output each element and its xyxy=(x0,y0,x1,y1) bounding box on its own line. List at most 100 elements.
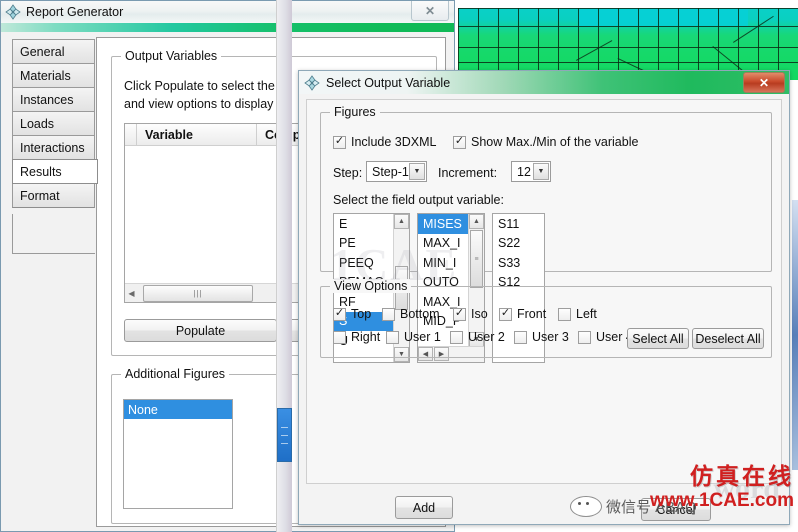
sidebar-item-general[interactable]: General xyxy=(12,39,95,64)
scroll-up-icon[interactable]: ▲ xyxy=(469,214,484,229)
list-item[interactable]: S11 xyxy=(493,214,544,234)
increment-value: 12 xyxy=(517,164,531,179)
sidebar-item-label: Materials xyxy=(20,68,71,83)
report-generator-close-button[interactable]: ✕ xyxy=(411,1,449,21)
list-item[interactable]: S22 xyxy=(493,234,544,254)
sidebar-item-label: General xyxy=(20,44,65,59)
component-listbox-items: S11 S22 S33 S12 xyxy=(493,214,544,292)
step-dropdown[interactable]: Step-1 ▼ xyxy=(366,161,427,182)
report-generator-title: Report Generator xyxy=(26,5,124,19)
increment-label: Increment: xyxy=(438,166,498,180)
view-top-checkbox[interactable] xyxy=(333,307,346,321)
view-right-checkbox-row[interactable]: Right xyxy=(333,330,380,344)
list-item[interactable]: E xyxy=(334,214,396,234)
view-options-group-title: View Options xyxy=(330,279,412,293)
show-maxmin-checkbox-row[interactable]: Show Max./Min of the variable xyxy=(453,135,638,149)
view-user2-checkbox-row[interactable]: User 2 xyxy=(450,330,505,344)
scroll-left-icon[interactable]: ◀ xyxy=(125,285,138,301)
view-top-checkbox-row[interactable]: Top xyxy=(333,307,371,321)
show-maxmin-label: Show Max./Min of the variable xyxy=(471,135,639,149)
view-iso-label: Iso xyxy=(471,307,488,321)
step-label: Step: xyxy=(333,166,363,180)
step-value: Step-1 xyxy=(372,164,409,179)
select-output-variable-dialog: Select Output Variable ✕ Figures Include… xyxy=(298,70,790,525)
sidebar-item-label: Results xyxy=(20,164,62,179)
sidebar-item-results[interactable]: Results xyxy=(12,159,98,184)
additional-figures-group: Additional Figures None xyxy=(111,367,301,524)
additional-figures-list[interactable]: None xyxy=(123,399,233,509)
select-field-output-label: Select the field output variable: xyxy=(333,193,504,207)
deselect-all-button[interactable]: Deselect All xyxy=(692,328,764,349)
increment-dropdown[interactable]: 12 ▼ xyxy=(511,161,551,182)
sidebar-item-format[interactable]: Format xyxy=(12,183,95,208)
list-item[interactable]: S33 xyxy=(493,253,544,273)
view-bottom-label: Bottom xyxy=(400,307,440,321)
dialog-close-button[interactable]: ✕ xyxy=(743,72,785,93)
sidebar-item-label: Format xyxy=(20,188,60,203)
include-3dxml-checkbox[interactable] xyxy=(333,135,346,149)
sidebar-item-instances[interactable]: Instances xyxy=(12,87,95,112)
view-user1-checkbox[interactable] xyxy=(386,330,399,344)
include-3dxml-checkbox-row[interactable]: Include 3DXML xyxy=(333,135,436,149)
view-options-group: View Options Top Bottom Iso Front Left xyxy=(320,279,772,358)
list-item[interactable]: MAX_I xyxy=(418,234,471,254)
view-left-checkbox-row[interactable]: Left xyxy=(558,307,597,321)
view-front-label: Front xyxy=(517,307,547,321)
view-user4-checkbox-row[interactable]: User 4 xyxy=(578,330,633,344)
view-user3-label: User 3 xyxy=(532,330,569,344)
view-right-label: Right xyxy=(351,330,381,344)
scrollbar-thumb[interactable]: ≡ xyxy=(470,230,483,288)
view-bottom-checkbox[interactable] xyxy=(382,307,395,321)
cancel-button[interactable]: Cancel xyxy=(641,498,711,521)
view-user2-checkbox[interactable] xyxy=(450,330,463,344)
view-right-checkbox[interactable] xyxy=(333,330,346,344)
view-user4-checkbox[interactable] xyxy=(578,330,591,344)
sidebar-tab-list: General Materials Instances Loads Intera… xyxy=(12,39,98,208)
sidebar-filler xyxy=(12,214,95,254)
add-button[interactable]: Add xyxy=(395,496,453,519)
sidebar-item-label: Interactions xyxy=(20,140,85,155)
dialog-titlebar[interactable]: Select Output Variable ✕ xyxy=(299,71,789,94)
show-maxmin-checkbox[interactable] xyxy=(453,135,466,149)
dialog-title: Select Output Variable xyxy=(326,75,451,90)
abaqus-diamond-icon xyxy=(304,74,320,91)
view-front-checkbox-row[interactable]: Front xyxy=(499,307,546,321)
view-user3-checkbox[interactable] xyxy=(514,330,527,344)
list-item[interactable]: PE xyxy=(334,234,396,254)
hscrollbar-thumb[interactable]: ||| xyxy=(143,285,253,302)
list-item[interactable]: None xyxy=(124,400,232,419)
report-generator-titlebar[interactable]: Report Generator ✕ xyxy=(1,1,454,23)
view-iso-checkbox[interactable] xyxy=(453,307,466,321)
list-item[interactable]: PEEQ xyxy=(334,253,396,273)
additional-figures-group-title: Additional Figures xyxy=(121,367,230,381)
populate-button[interactable]: Populate xyxy=(124,319,277,342)
abaqus-diamond-icon xyxy=(5,4,21,20)
sidebar-item-materials[interactable]: Materials xyxy=(12,63,95,88)
output-variables-group-title: Output Variables xyxy=(121,49,222,63)
figures-group: Figures Include 3DXML Show Max./Min of t… xyxy=(320,105,772,363)
sidebar-item-interactions[interactable]: Interactions xyxy=(12,135,95,160)
list-item[interactable]: MIN_I xyxy=(418,253,471,273)
window-vertical-scrollbar-thumb[interactable] xyxy=(277,408,292,462)
view-left-checkbox[interactable] xyxy=(558,307,571,321)
view-iso-checkbox-row[interactable]: Iso xyxy=(453,307,488,321)
select-all-button[interactable]: Select All xyxy=(627,328,689,349)
right-edge-strip xyxy=(792,200,798,470)
column-header-variable[interactable]: Variable xyxy=(137,124,257,145)
chevron-down-icon[interactable]: ▼ xyxy=(409,163,425,180)
view-left-label: Left xyxy=(576,307,597,321)
dialog-content: Figures Include 3DXML Show Max./Min of t… xyxy=(306,99,782,484)
list-item[interactable]: MISES xyxy=(418,214,471,234)
view-user3-checkbox-row[interactable]: User 3 xyxy=(514,330,569,344)
view-bottom-checkbox-row[interactable]: Bottom xyxy=(382,307,440,321)
view-front-checkbox[interactable] xyxy=(499,307,512,321)
view-top-label: Top xyxy=(351,307,372,321)
view-user1-label: User 1 xyxy=(404,330,441,344)
sidebar-item-label: Instances xyxy=(20,92,74,107)
sidebar-item-label: Loads xyxy=(20,116,55,131)
scroll-up-icon[interactable]: ▲ xyxy=(394,214,409,229)
table-corner-cell xyxy=(125,124,137,145)
sidebar-item-loads[interactable]: Loads xyxy=(12,111,95,136)
view-user1-checkbox-row[interactable]: User 1 xyxy=(386,330,441,344)
chevron-down-icon[interactable]: ▼ xyxy=(533,163,549,180)
